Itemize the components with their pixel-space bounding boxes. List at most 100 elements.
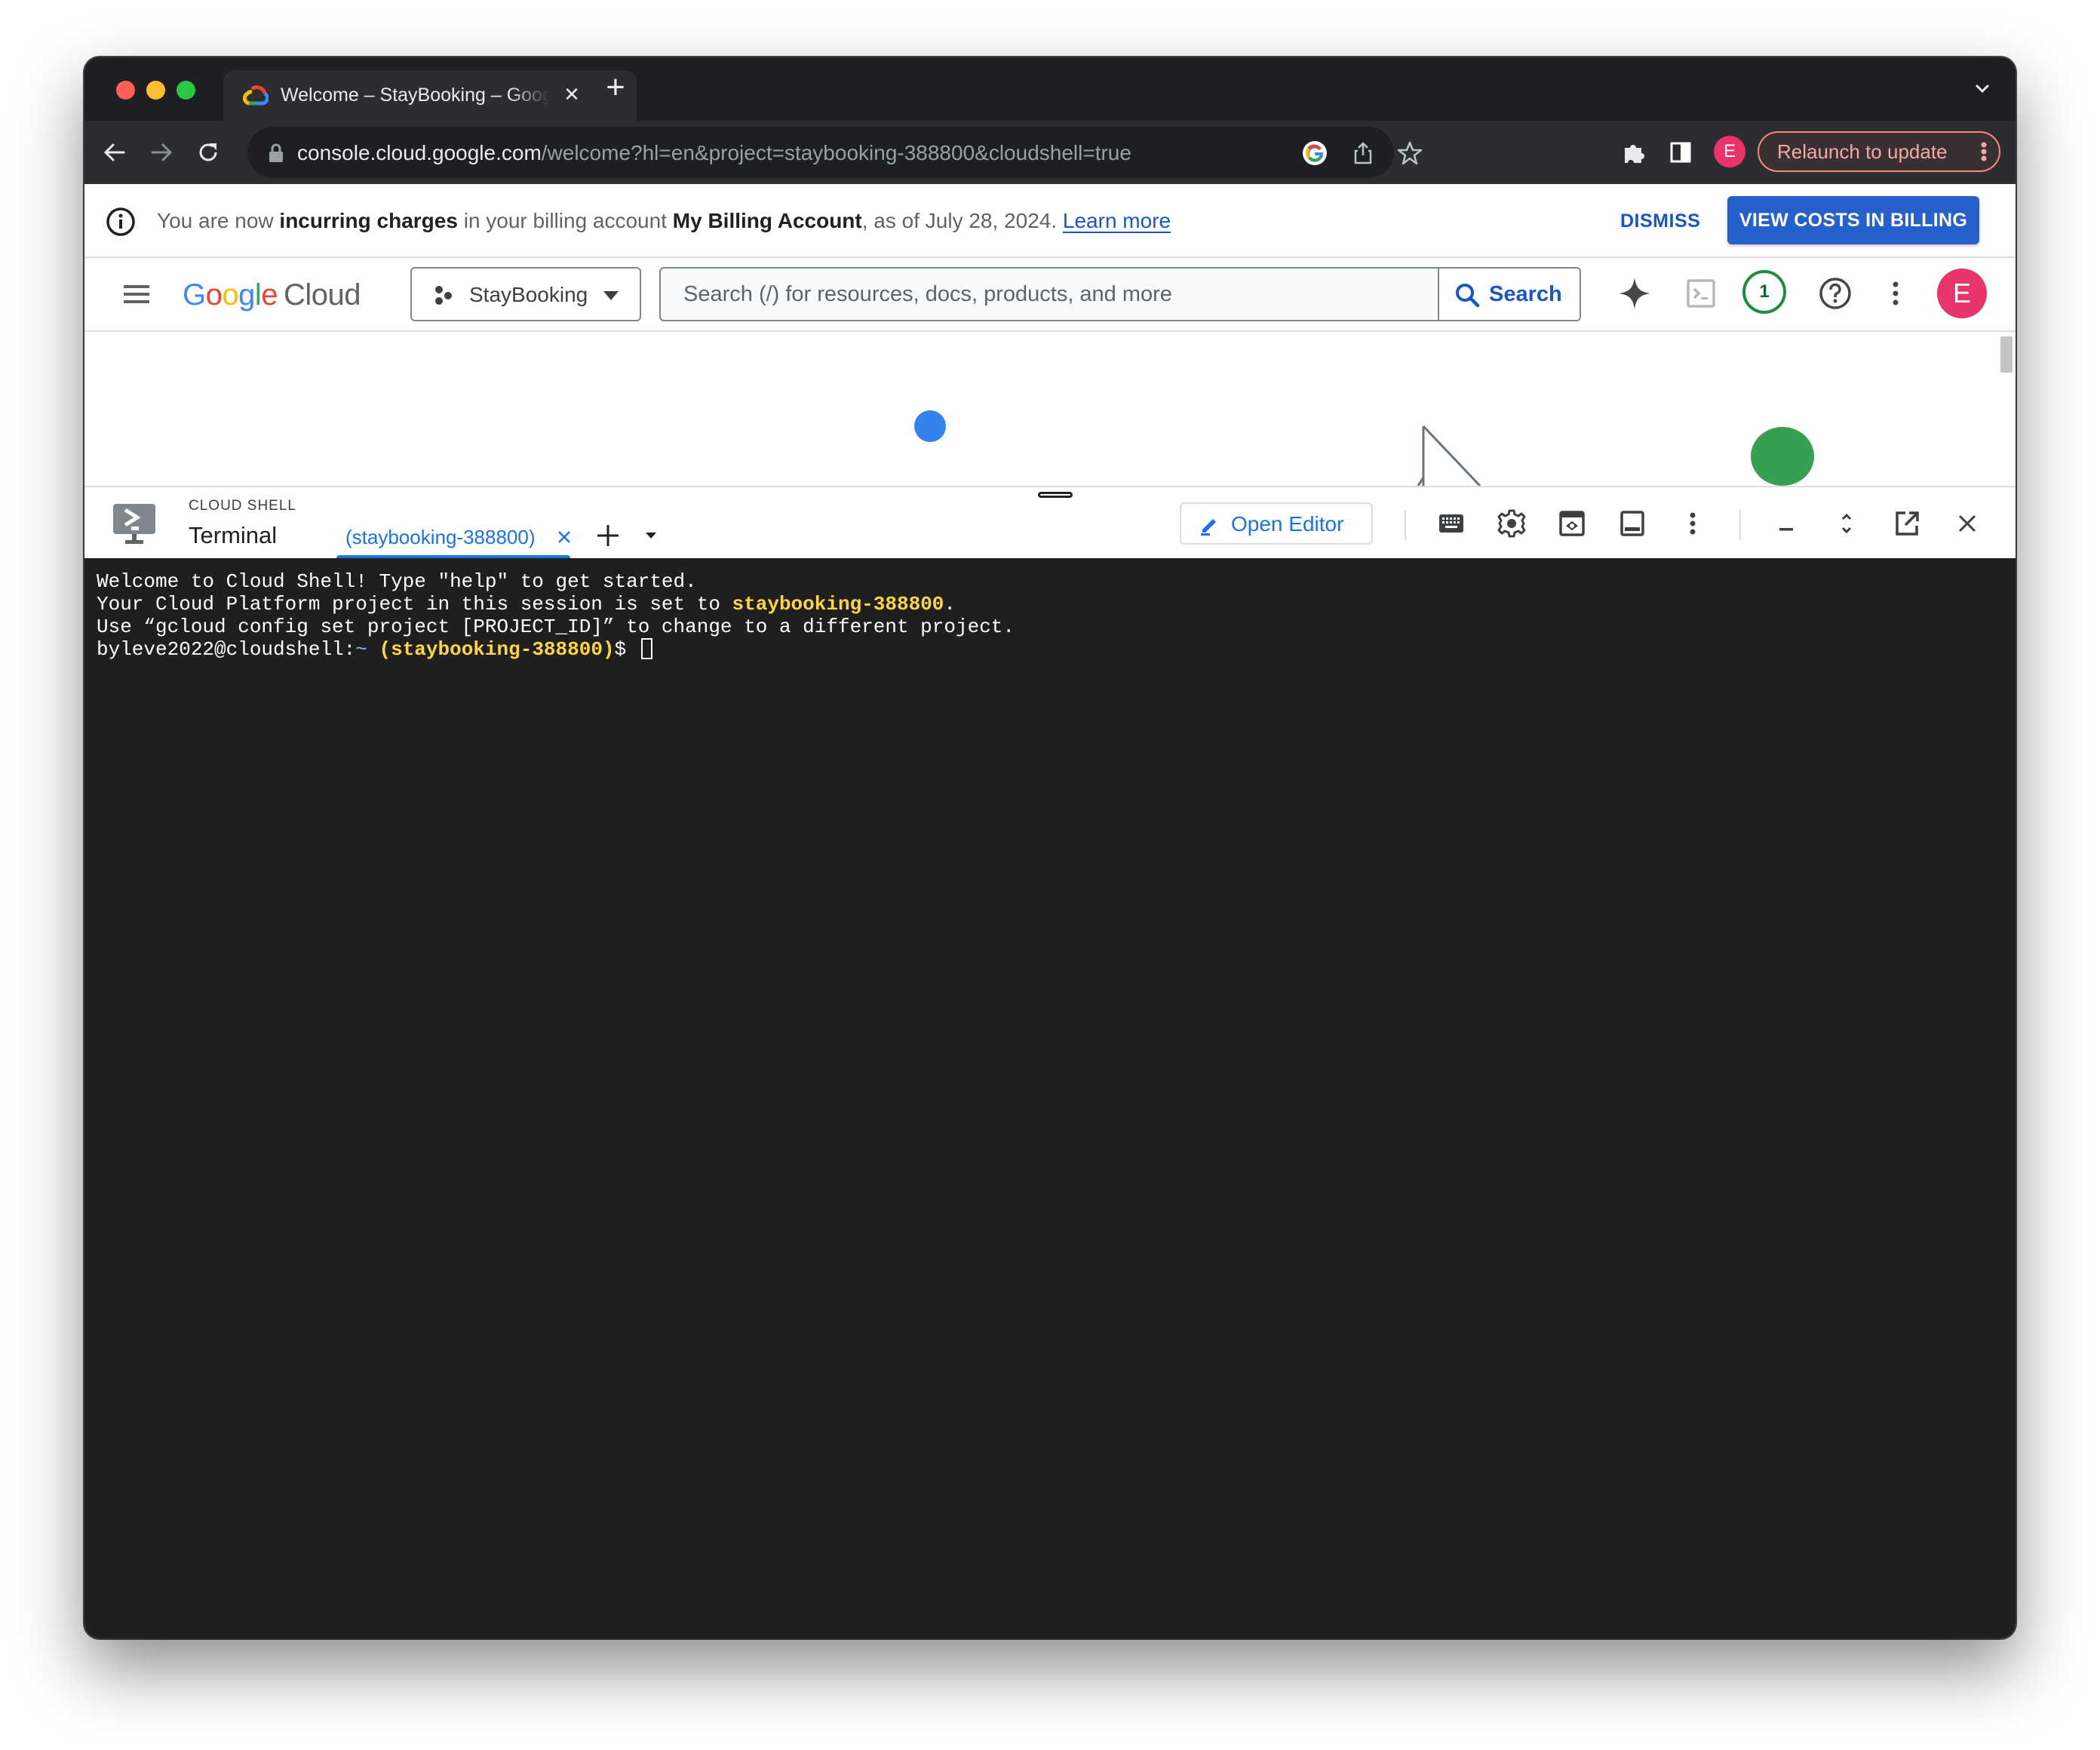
- console-header: Google Cloud StayBooking Search (/) for …: [84, 258, 2016, 332]
- logo-letter: o: [205, 278, 223, 312]
- close-icon[interactable]: [1952, 508, 1982, 539]
- google-cloud-logo[interactable]: Google Cloud: [183, 278, 361, 312]
- learn-more-link[interactable]: Learn more: [1063, 209, 1171, 232]
- search-button[interactable]: Search: [1438, 269, 1580, 320]
- cloud-shell-title: Terminal: [189, 522, 278, 548]
- search-bar: Search: [659, 267, 1581, 321]
- search-button-label: Search: [1489, 282, 1562, 306]
- add-terminal-plus-icon[interactable]: [593, 520, 623, 551]
- welcome-illustration: [914, 410, 1814, 486]
- activate-cloud-shell-icon[interactable]: [1682, 275, 1720, 312]
- web-preview-icon[interactable]: [1557, 508, 1587, 539]
- arrow-left-icon[interactable]: [100, 137, 130, 167]
- settings-gear-icon[interactable]: [1497, 508, 1527, 539]
- side-panel-icon[interactable]: [1666, 137, 1696, 167]
- search-input[interactable]: [661, 269, 1438, 320]
- logo-letter: o: [222, 278, 239, 312]
- terminal-project-id: staybooking-388800: [732, 593, 944, 616]
- open-editor-label: Open Editor: [1231, 512, 1344, 536]
- account-avatar[interactable]: E: [1937, 269, 1987, 318]
- reload-icon[interactable]: [193, 137, 223, 167]
- chevron-down-icon[interactable]: [1970, 77, 1994, 101]
- project-picker[interactable]: StayBooking: [410, 267, 641, 321]
- logo-letter: G: [183, 278, 206, 312]
- plus-icon[interactable]: +: [599, 71, 632, 106]
- logo-letter: g: [238, 278, 255, 312]
- cloud-shell-terminal-icon: [113, 504, 155, 544]
- toolbar-divider: [1739, 510, 1741, 540]
- illustration-green-shape: [1751, 427, 1814, 486]
- terminal-text: $: [614, 638, 638, 661]
- dismiss-button[interactable]: DISMISS: [1620, 207, 1700, 235]
- billing-message: You are now incurring charges in your bi…: [157, 208, 1171, 234]
- lock-icon: [269, 143, 283, 162]
- extensions-icon[interactable]: [1619, 137, 1649, 167]
- project-name: StayBooking: [469, 283, 588, 306]
- illustration-triangle-outline: [1417, 425, 1481, 486]
- google-lens-icon[interactable]: [1302, 140, 1328, 166]
- terminal-text: Use “gcloud config set project [PROJECT_…: [97, 616, 1015, 638]
- bookmark-star-icon[interactable]: [1397, 140, 1423, 166]
- cloud-shell-header: CLOUD SHELL Terminal (staybooking-388800…: [84, 486, 2016, 560]
- terminal-cursor: [640, 638, 652, 659]
- terminal[interactable]: Welcome to Cloud Shell! Type "help" to g…: [84, 558, 2016, 1638]
- logo-letter: l: [254, 278, 262, 312]
- cloud-shell-label: CLOUD SHELL: [189, 498, 296, 514]
- close-icon[interactable]: ✕: [560, 82, 584, 106]
- browser-tab[interactable]: Welcome – StayBooking – Google Cloud con…: [223, 70, 637, 121]
- search-icon: [1456, 284, 1480, 308]
- menu-icon[interactable]: [122, 281, 151, 308]
- address-bar[interactable]: console.cloud.google.com/welcome?hl=en&p…: [247, 127, 1423, 178]
- logo-product: Cloud: [284, 278, 361, 312]
- terminal-text: Your Cloud Platform project in this sess…: [97, 593, 732, 616]
- tab-dropdown-icon[interactable]: [644, 531, 658, 540]
- banner-text-1: You are now: [157, 209, 280, 232]
- terminal-text: .: [944, 593, 956, 616]
- share-icon[interactable]: [1350, 140, 1376, 166]
- banner-text-2: incurring charges: [279, 209, 458, 232]
- notifications-badge[interactable]: 1: [1742, 270, 1786, 314]
- terminal-text: ~: [355, 638, 367, 661]
- window-zoom-button[interactable]: [177, 81, 195, 100]
- tab-title: Welcome – StayBooking – Google Cloud con…: [281, 84, 549, 106]
- url-host: console.cloud.google.com: [297, 141, 542, 164]
- browser-profile-avatar[interactable]: E: [1714, 136, 1745, 167]
- url-path: /welcome?hl=en&project=staybooking-38880…: [541, 141, 1131, 164]
- more-vert-icon[interactable]: [1678, 508, 1708, 539]
- terminal-text: Welcome to Cloud Shell! Type "help" to g…: [97, 570, 697, 593]
- relaunch-to-update-button[interactable]: Relaunch to update: [1758, 131, 2000, 172]
- close-icon[interactable]: [555, 528, 573, 546]
- window-minimize-button[interactable]: [146, 81, 165, 100]
- more-vert-icon: [1981, 142, 1987, 161]
- project-hexagon-icon: [435, 286, 452, 305]
- terminal-output: Welcome to Cloud Shell! Type "help" to g…: [97, 570, 1015, 661]
- illustration-blue-shape: [914, 410, 946, 442]
- resize-icon[interactable]: [1831, 508, 1862, 539]
- toolbar-divider: [1405, 510, 1406, 540]
- welcome-illustration-area: [84, 332, 2016, 486]
- terminal-text: byleve2022@cloudshell:: [97, 638, 356, 661]
- panel-layout-icon[interactable]: [1617, 508, 1647, 539]
- gemini-sparkle-icon[interactable]: [1616, 275, 1653, 312]
- keyboard-icon[interactable]: [1436, 508, 1466, 539]
- pencil-icon: [1201, 519, 1216, 536]
- banner-text-3: in your billing account: [457, 209, 673, 232]
- minimize-icon[interactable]: [1771, 508, 1801, 539]
- terminal-line: Use “gcloud config set project [PROJECT_…: [97, 616, 1015, 638]
- window-close-button[interactable]: [116, 81, 135, 100]
- banner-text-4: My Billing Account: [672, 209, 862, 232]
- page-scrollbar[interactable]: [2000, 336, 2012, 373]
- logo-letter: e: [261, 278, 278, 312]
- relaunch-label: Relaunch to update: [1777, 140, 1948, 163]
- help-icon[interactable]: [1816, 275, 1854, 312]
- resize-drag-handle[interactable]: [1038, 492, 1073, 498]
- more-vert-icon[interactable]: [1877, 275, 1914, 312]
- view-costs-in-billing-button[interactable]: VIEW COSTS IN BILLING: [1727, 196, 1979, 244]
- terminal-line: Your Cloud Platform project in this sess…: [97, 593, 1015, 616]
- arrow-right-icon[interactable]: [146, 137, 177, 167]
- terminal-line: byleve2022@cloudshell:~ (staybooking-388…: [97, 638, 1015, 661]
- open-editor-button[interactable]: Open Editor: [1180, 502, 1373, 545]
- open-in-new-window-icon[interactable]: [1892, 508, 1922, 539]
- info-icon: [106, 207, 135, 236]
